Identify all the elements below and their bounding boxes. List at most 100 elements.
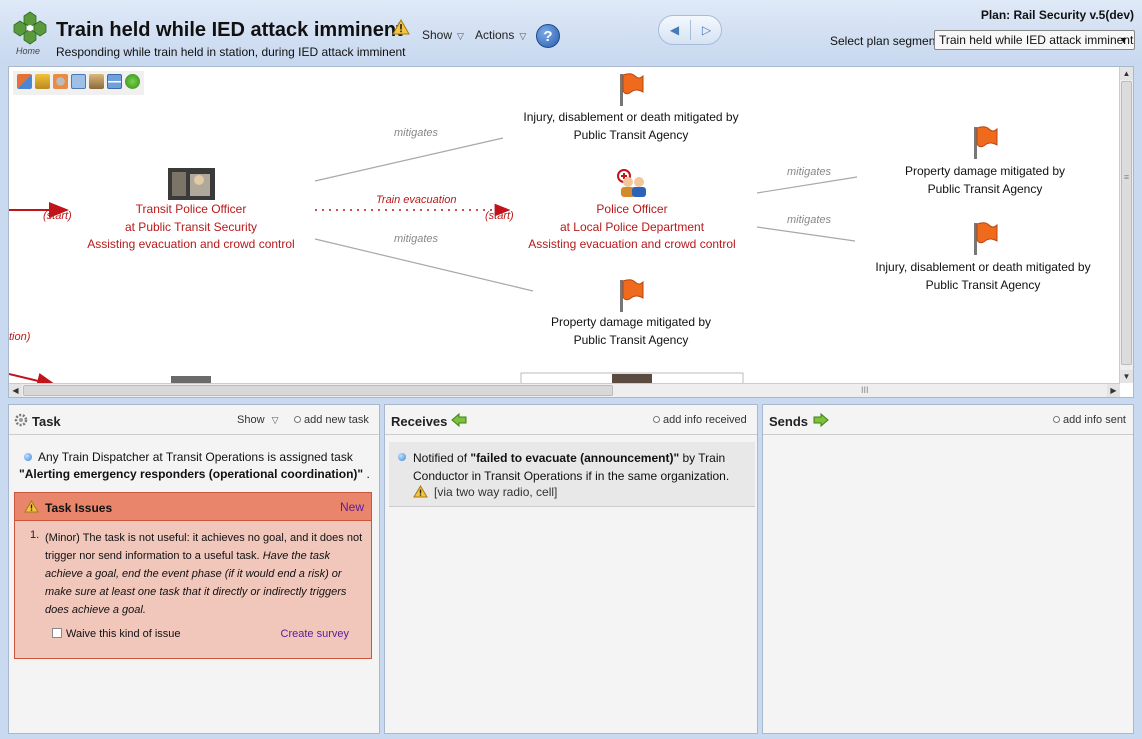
add-info-received-link[interactable]: add info received <box>653 414 747 426</box>
scroll-grip: III <box>861 385 869 395</box>
actor-role: Police Officer <box>596 202 668 216</box>
task-panel-header: Task Show ▽ add new task <box>9 405 379 435</box>
export-icon[interactable] <box>35 74 50 89</box>
home-label[interactable]: Home <box>16 46 40 56</box>
task-name[interactable]: "Alerting emergency responders (operatio… <box>19 467 363 481</box>
dropdown-arrow-icon: ▼ <box>1119 35 1128 45</box>
task-panel: Task Show ▽ add new task Any Train Dispa… <box>8 404 380 734</box>
history-nav: ◀ ▷ <box>658 15 722 45</box>
settings-icon[interactable] <box>53 74 68 89</box>
flag-icon[interactable] <box>617 278 645 312</box>
actor-node-police-officer[interactable]: Police Officer at Local Police Departmen… <box>512 201 752 254</box>
page-subtitle: Responding while train held in station, … <box>56 45 406 59</box>
gear-icon <box>14 413 28 427</box>
help-icon[interactable] <box>125 74 140 89</box>
mitigates-label: mitigates <box>394 127 439 139</box>
issue-description: (Minor) The task is not useful: it achie… <box>45 529 363 619</box>
add-icon <box>1053 416 1060 423</box>
mitigates-edge <box>756 226 856 242</box>
horizontal-scroll-thumb[interactable] <box>23 385 613 396</box>
segment-label: Select plan segment: <box>830 34 943 48</box>
add-info-received-label: add info received <box>663 414 747 426</box>
info-name[interactable]: "failed to evacuate (announcement)" <box>470 451 679 465</box>
page-title: Train held while IED attack imminent <box>56 19 403 41</box>
goal-text: Property damage mitigated by <box>550 315 712 329</box>
issue-number: 1. <box>30 529 40 541</box>
segment-select[interactable]: Train held while IED attack imminent ▼ <box>934 30 1135 50</box>
sends-panel: Sends add info sent <box>762 404 1134 734</box>
vertical-scroll-thumb[interactable]: ≡ <box>1121 81 1132 365</box>
receives-panel-header: Receives add info received <box>385 405 757 435</box>
waive-label: Waive this kind of issue <box>66 628 181 640</box>
add-new-task-link[interactable]: add new task <box>294 414 369 426</box>
checkbox-icon[interactable] <box>52 628 62 638</box>
add-icon <box>653 416 660 423</box>
chevron-down-icon: ▽ <box>271 415 279 425</box>
header: Home Train held while IED attack imminen… <box>0 0 1142 64</box>
warning-icon <box>392 19 410 35</box>
back-arrow-icon[interactable]: ◀ <box>659 16 690 44</box>
help-button[interactable]: ? <box>536 24 560 48</box>
task-panel-title: Task <box>32 414 61 429</box>
add-info-sent-link[interactable]: add info sent <box>1053 414 1126 426</box>
zoom-fit-icon[interactable] <box>71 74 86 89</box>
police-officer-icon[interactable] <box>614 168 648 198</box>
actions-menu-label: Actions <box>475 28 515 42</box>
image-icon[interactable] <box>89 74 104 89</box>
goal-org: Public Transit Agency <box>925 277 1041 292</box>
segment-select-value: Train held while IED attack imminent <box>939 33 1134 47</box>
task-name-suffix: . <box>363 467 370 481</box>
actor-org: at Local Police Department <box>559 219 705 234</box>
mitigates-edge <box>314 137 504 182</box>
goal-node-injury-mitigated[interactable]: Injury, disablement or death mitigated b… <box>851 259 1115 294</box>
goal-org: Public Transit Agency <box>573 332 689 347</box>
waive-checkbox[interactable]: Waive this kind of issue <box>52 628 181 640</box>
goal-node-property-mitigated[interactable]: Property damage mitigated by Public Tran… <box>873 163 1097 198</box>
flag-icon[interactable] <box>617 72 645 106</box>
flow-diagram[interactable]: (start) Transit Police Officer at Public… <box>8 66 1134 398</box>
mitigates-label: mitigates <box>787 214 832 226</box>
actor-org: at Public Transit Security <box>124 219 258 234</box>
warning-icon <box>24 500 39 513</box>
chevron-down-icon: ▽ <box>519 31 527 41</box>
horizontal-scrollbar[interactable]: ◀ III ▶ <box>9 383 1120 397</box>
bullet-icon <box>398 453 406 461</box>
actor-photo-transit-police[interactable] <box>168 168 215 200</box>
scroll-down-icon[interactable]: ▼ <box>1120 370 1133 383</box>
goal-text: Property damage mitigated by <box>904 164 1066 178</box>
flag-icon[interactable] <box>971 125 999 159</box>
actor-node-transit-police[interactable]: Transit Police Officer at Public Transit… <box>71 201 311 254</box>
sends-panel-title: Sends <box>769 414 809 429</box>
notified-prefix: Notified of <box>413 451 468 465</box>
goal-org: Public Transit Agency <box>573 127 689 142</box>
show-menu-label: Show <box>422 28 453 42</box>
actor-task: Assisting evacuation and crowd control <box>528 237 736 251</box>
receives-panel-title: Receives <box>391 414 448 429</box>
partial-label: tion) <box>9 331 31 343</box>
goal-node-injury-mitigated[interactable]: Injury, disablement or death mitigated b… <box>499 109 763 144</box>
forward-arrow-icon[interactable]: ▷ <box>691 16 722 44</box>
task-show-menu[interactable]: Show ▽ <box>237 414 279 426</box>
scroll-left-icon[interactable]: ◀ <box>9 384 22 397</box>
vertical-scrollbar[interactable]: ▲ ≡ ▼ <box>1119 67 1133 383</box>
via-channels: [via two way radio, cell] <box>434 485 558 499</box>
task-issues-header: Task Issues New <box>15 493 371 521</box>
scroll-grip: ≡ <box>1123 172 1130 182</box>
scroll-right-icon[interactable]: ▶ <box>1107 384 1120 397</box>
task-show-label: Show <box>237 414 265 426</box>
diagram-toolbar <box>13 71 144 95</box>
split-view-icon[interactable] <box>107 74 122 89</box>
chevron-down-icon: ▽ <box>457 31 464 41</box>
create-survey-link[interactable]: Create survey <box>281 628 349 640</box>
flag-icon[interactable] <box>971 221 999 255</box>
home-logo-icon[interactable] <box>12 10 48 46</box>
mitigates-label: mitigates <box>787 166 832 178</box>
goal-node-property-mitigated[interactable]: Property damage mitigated by Public Tran… <box>519 314 743 349</box>
scroll-up-icon[interactable]: ▲ <box>1120 67 1133 80</box>
flow-label[interactable]: Train evacuation <box>376 194 457 206</box>
show-menu[interactable]: Show ▽ <box>422 28 464 42</box>
layout-icon[interactable] <box>17 74 32 89</box>
actions-menu[interactable]: Actions ▽ <box>475 28 526 42</box>
new-issue-link[interactable]: New <box>340 500 364 514</box>
received-info-item[interactable]: Notified of "failed to evacuate (announc… <box>389 442 755 507</box>
